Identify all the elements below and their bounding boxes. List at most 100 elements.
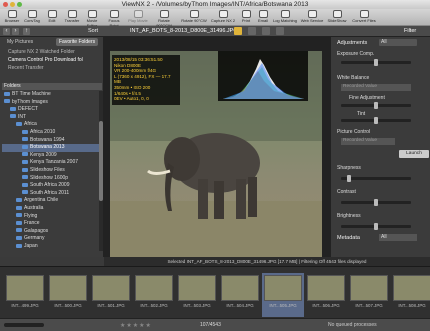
adjustments-dropdown[interactable]: All	[379, 39, 417, 46]
filmstrip-item[interactable]: INT...504.JPG	[219, 273, 261, 317]
tree-item[interactable]: Japan	[2, 243, 99, 251]
sort-label[interactable]: Sort	[88, 28, 98, 34]
metadata-dropdown[interactable]: All	[379, 234, 417, 241]
folder-icon	[16, 236, 22, 241]
tree-item[interactable]: byThom Images	[2, 99, 99, 107]
tree-item[interactable]: Kenya Tanzania 2007	[2, 159, 99, 167]
capture-nx-button[interactable]: Capture NX 2	[210, 10, 236, 23]
edit-button[interactable]: Edit	[42, 10, 62, 23]
tree-item[interactable]: DEFECT	[2, 106, 99, 114]
transfer-button[interactable]: Transfer	[62, 10, 82, 23]
view-mode-button[interactable]	[234, 27, 242, 35]
minimize-window-button[interactable]	[10, 2, 15, 7]
tree-item[interactable]: Botswana 1994	[2, 137, 99, 145]
movie-icon	[87, 10, 97, 18]
brightness-slider[interactable]	[341, 223, 411, 230]
tree-item[interactable]: Germany	[2, 235, 99, 243]
zoom-window-button[interactable]	[17, 2, 22, 7]
filmstrip-label: INT...506.JPG	[312, 303, 340, 308]
up-button[interactable]: ↑	[23, 28, 30, 35]
white-balance-select[interactable]: Recorded Value	[341, 84, 411, 91]
tree-item[interactable]: Slideshow 1600p	[2, 175, 99, 183]
filmstrip-item[interactable]: INT...499.JPG	[4, 273, 46, 317]
tint-slider[interactable]	[341, 117, 411, 124]
tree-item[interactable]: Flying	[2, 213, 99, 221]
filmstrip-item[interactable]: INT...500.JPG	[47, 273, 89, 317]
log-matching-button[interactable]: Log Matching	[272, 10, 298, 23]
filmstrip-item[interactable]: INT...502.JPG	[133, 273, 175, 317]
convtag-button[interactable]: ConvTag	[22, 10, 42, 23]
tab-my-pictures[interactable]: My Pictures	[4, 38, 36, 46]
tree-item[interactable]: France	[2, 220, 99, 228]
filmstrip-label: INT...499.JPG	[11, 303, 39, 308]
close-window-button[interactable]	[3, 2, 8, 7]
filmstrip-item[interactable]: INT...503.JPG	[176, 273, 218, 317]
sharpness-slider[interactable]	[341, 175, 411, 182]
tab-favorite-folders[interactable]: Favorite Folders	[56, 38, 99, 46]
filmstrip-label: INT...508.JPG	[398, 303, 426, 308]
filmstrip-item[interactable]: INT...507.JPG	[348, 273, 390, 317]
filmstrip: INT...499.JPG INT...500.JPG INT...501.JPG I…	[0, 266, 430, 318]
recent-item[interactable]: Recent Transfer	[2, 64, 102, 72]
filmstrip-thumbnail	[92, 275, 130, 301]
contrast-knob[interactable]	[374, 199, 378, 206]
tree-item[interactable]: BT Time Machine	[2, 91, 99, 99]
tree-item[interactable]: Slideshow Files	[2, 167, 99, 175]
tree-item[interactable]: Kenya 2009	[2, 152, 99, 160]
exposure-slider[interactable]	[341, 59, 411, 66]
email-button[interactable]: Email	[255, 10, 271, 23]
browser-button[interactable]: Browser	[2, 10, 22, 23]
filmstrip-item[interactable]: INT...508.JPG	[391, 273, 430, 317]
contrast-slider[interactable]	[341, 199, 411, 206]
fine-adjustment-slider[interactable]	[341, 102, 411, 109]
tree-item-label: Slideshow Files	[30, 167, 65, 173]
exposure-slider-knob[interactable]	[374, 59, 378, 66]
view-mode-button-2[interactable]	[248, 27, 256, 35]
play-movie-button[interactable]: Play Movie	[128, 10, 148, 23]
brightness-knob[interactable]	[374, 223, 378, 230]
rotate-cw-button[interactable]: Rotate 90°CW	[180, 10, 208, 23]
filmstrip-item[interactable]: INT...501.JPG	[90, 273, 132, 317]
tree-item[interactable]: South Africa 2011	[2, 190, 99, 198]
folder-icon	[22, 167, 28, 172]
slideshow-button[interactable]: SlideShow	[326, 10, 348, 23]
picture-control-select[interactable]: Recorded Value	[341, 138, 395, 145]
folder-icon	[22, 137, 28, 142]
exposure-label: Exposure Comp.	[337, 51, 375, 57]
web-service-button[interactable]: Web Service	[300, 10, 324, 23]
metadata-header[interactable]: Metadata	[337, 235, 360, 241]
thumbnail-size-slider[interactable]	[4, 323, 44, 327]
recent-item[interactable]: Camera Control Pro Download fol	[2, 56, 102, 64]
tree-item[interactable]: Galapagos	[2, 228, 99, 236]
tree-item[interactable]: South Africa 2009	[2, 182, 99, 190]
folder-tree-scrollbar[interactable]	[99, 91, 103, 251]
tree-item-label: Kenya 2009	[30, 151, 57, 158]
view-mode-button-4[interactable]	[276, 27, 284, 35]
tree-item-label: Argentina Chile	[24, 197, 59, 204]
filmstrip-item[interactable]: INT...505.JPG	[262, 273, 304, 317]
tree-item-label: Botswana 2013	[30, 144, 65, 151]
recent-item[interactable]: Capture NX 2 Watched Folder	[2, 48, 102, 56]
filmstrip-item[interactable]: INT...506.JPG	[305, 273, 347, 317]
tree-item-label: Australia	[24, 205, 44, 211]
back-button[interactable]: ‹	[3, 28, 10, 35]
tree-item[interactable]: Australia	[2, 205, 99, 213]
convert-files-button[interactable]: Convert Files	[350, 10, 378, 23]
launch-button[interactable]: Launch	[399, 150, 429, 158]
tint-knob[interactable]	[374, 117, 378, 124]
tree-item[interactable]: Africa	[2, 121, 99, 129]
sharpness-knob[interactable]	[347, 175, 351, 182]
forward-button[interactable]: ›	[12, 28, 19, 35]
filter-button[interactable]: Filter	[404, 28, 416, 34]
tree-item[interactable]: Argentina Chile	[2, 197, 99, 205]
print-button[interactable]: Print	[238, 10, 254, 23]
rating-stars[interactable]: ★★★★★	[120, 322, 152, 329]
scrollbar-thumb[interactable]	[99, 121, 103, 201]
tree-item-label: Africa 2010	[30, 129, 56, 135]
folder-icon	[16, 205, 22, 210]
tree-item[interactable]: Africa 2010	[2, 129, 99, 137]
view-mode-button-3[interactable]	[262, 27, 270, 35]
fine-adjustment-knob[interactable]	[374, 102, 378, 109]
tree-item[interactable]: Botswana 2013	[2, 144, 99, 152]
tree-item[interactable]: INT	[2, 114, 99, 122]
